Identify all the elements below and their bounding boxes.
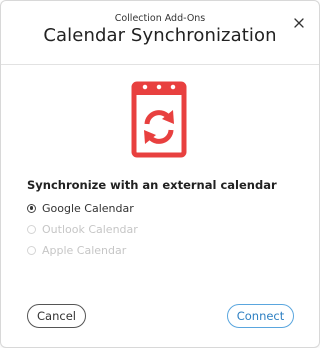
calendar-sync-dialog: Collection Add-Ons Calendar Synchronizat… — [0, 0, 320, 348]
radio-selected-icon[interactable] — [27, 203, 36, 213]
radio-unselected-icon — [27, 245, 36, 255]
calendar-sync-icon — [130, 78, 188, 159]
radio-unselected-icon — [27, 224, 36, 234]
close-icon[interactable] — [291, 15, 307, 31]
dialog-subtitle: Collection Add-Ons — [114, 13, 206, 24]
option-label: Google Calendar — [42, 201, 134, 215]
option-label: Apple Calendar — [42, 243, 127, 257]
radio-apple-calendar: Apple Calendar — [27, 242, 126, 258]
dialog-title: Calendar Synchronization — [43, 25, 277, 46]
radio-google-calendar[interactable]: Google Calendar — [27, 200, 134, 216]
connect-button[interactable]: Connect — [227, 304, 294, 328]
radio-outlook-calendar: Outlook Calendar — [27, 221, 138, 237]
sync-section-heading: Synchronize with an external calendar — [27, 178, 277, 192]
dialog-header: Collection Add-Ons Calendar Synchronizat… — [1, 1, 319, 65]
option-label: Outlook Calendar — [42, 222, 138, 236]
cancel-button[interactable]: Cancel — [27, 304, 86, 328]
